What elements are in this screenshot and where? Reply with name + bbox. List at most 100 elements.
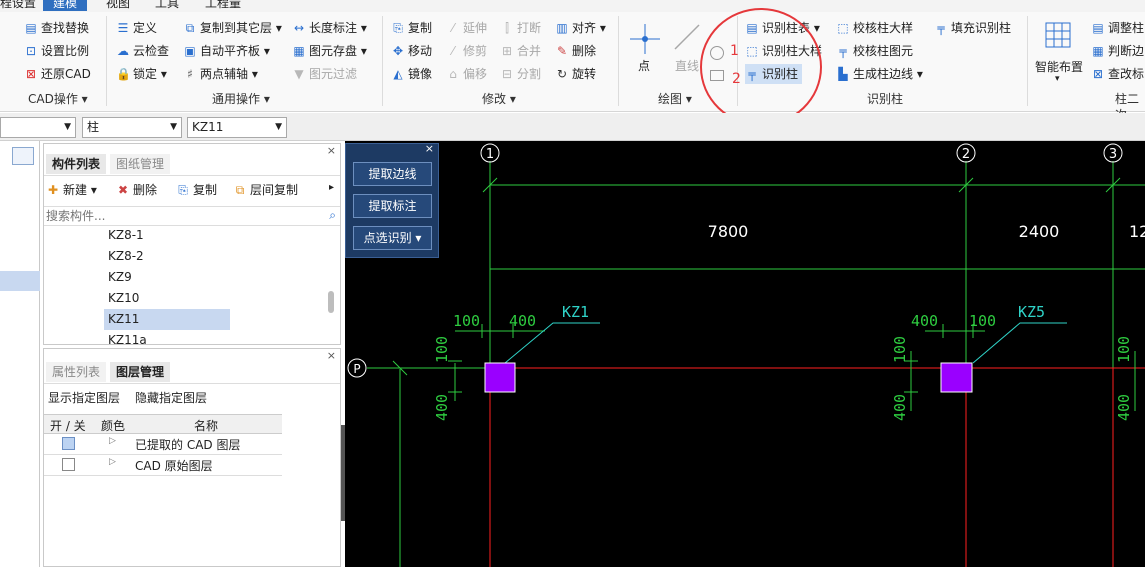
cad-group-label[interactable]: CAD操作 ▾ — [28, 91, 88, 107]
move-button[interactable]: ✥ 移动 — [391, 41, 432, 61]
define-button[interactable]: ☰ 定义 — [116, 18, 157, 38]
menu-item-quantities[interactable]: 工程量 — [205, 0, 241, 11]
line-button[interactable]: 直线 — [675, 57, 699, 74]
delete-button[interactable]: ✎ 删除 — [555, 41, 596, 61]
extract-annotation-button[interactable]: 提取标注 — [353, 194, 432, 218]
restore-cad-button[interactable]: ⊠ 还原CAD — [24, 64, 91, 84]
new-component-button[interactable]: ✚ 新建 ▾ — [46, 180, 97, 200]
nav-view-icon[interactable] — [12, 147, 34, 165]
table-row[interactable]: ▷ CAD 原始图层 — [44, 455, 282, 476]
auto-align-slab-button[interactable]: ▣ 自动平齐板 ▾ — [183, 41, 270, 61]
layer-table-header: 开 / 关 颜色 名称 — [44, 414, 282, 434]
tab-layer-management[interactable]: 图层管理 — [110, 362, 171, 382]
adjust-column-button[interactable]: ▤ 调整柱 — [1091, 18, 1144, 38]
move-icon: ✥ — [392, 44, 404, 58]
tab-component-list[interactable]: 构件列表 — [46, 154, 107, 174]
merge-button[interactable]: ⊞ 合并 — [500, 41, 541, 61]
extend-button[interactable]: ⁄ 延伸 — [446, 18, 487, 38]
search-icon[interactable]: ⌕ — [329, 208, 336, 223]
menu-item-view[interactable]: 视图 — [106, 0, 130, 11]
list-item-selected[interactable]: KZ11 — [104, 309, 230, 330]
length-dim-button[interactable]: ↔ 长度标注 ▾ — [292, 18, 367, 38]
judge-edge-button[interactable]: ▦ 判断边 — [1091, 41, 1144, 61]
divider — [382, 16, 383, 106]
menu-item-tools[interactable]: 工具 — [155, 0, 179, 11]
trim-button[interactable]: ⁄ 修剪 — [446, 41, 487, 61]
draw-group-label[interactable]: 绘图 ▾ — [658, 91, 692, 107]
check-column-detail-button[interactable]: ⬚ 校核柱大样 — [836, 18, 913, 38]
nav-selected-item[interactable] — [0, 271, 40, 291]
point-identify-button[interactable]: 点选识别 ▾ — [353, 226, 432, 250]
split-button[interactable]: ⊟ 分割 — [500, 64, 541, 84]
close-icon[interactable]: × — [327, 349, 336, 362]
save-element-button[interactable]: ▦ 图元存盘 ▾ — [292, 41, 367, 61]
list-item[interactable]: KZ9 — [104, 267, 230, 288]
rotate-button[interactable]: ↻ 旋转 — [555, 64, 596, 84]
menu-item-settings[interactable]: 程设置 — [0, 0, 36, 11]
dim-text: 100 — [433, 336, 451, 363]
show-layer-button[interactable]: 显示指定图层 — [48, 389, 120, 406]
tab-drawing-management[interactable]: 图纸管理 — [110, 154, 171, 174]
cloud-check-button[interactable]: ☁ 云检查 — [116, 41, 169, 61]
mirror-icon: ◭ — [393, 67, 403, 81]
expand-arrow-icon[interactable]: ▷ — [109, 457, 116, 467]
copy-button[interactable]: ⎘ 复制 — [391, 18, 432, 38]
point-button[interactable]: 点 — [638, 57, 650, 74]
tab-property-list[interactable]: 属性列表 — [46, 362, 107, 382]
menu-item-modeling[interactable]: 建模 — [43, 0, 88, 11]
hide-layer-button[interactable]: 隐藏指定图层 — [135, 389, 207, 406]
divider — [618, 16, 619, 106]
expand-arrow-icon[interactable]: ▷ — [109, 436, 116, 446]
break-button[interactable]: ⫿ 打断 — [500, 18, 541, 38]
check-annotation-button[interactable]: ⊠ 查改标 — [1091, 64, 1144, 84]
smart-layout-button[interactable]: 智能布置 — [1035, 58, 1083, 75]
find-replace-button[interactable]: ▤ 查找替换 — [24, 18, 89, 38]
scale-icon: ⊡ — [25, 44, 37, 58]
lock-button[interactable]: 🔒 锁定 ▾ — [116, 64, 167, 84]
close-icon[interactable]: × — [327, 144, 336, 157]
copy-to-floor-button[interactable]: ⧉ 复制到其它层 ▾ — [183, 18, 282, 38]
modify-group-label[interactable]: 修改 ▾ — [482, 91, 516, 107]
set-scale-button[interactable]: ⊡ 设置比例 — [24, 41, 89, 61]
two-point-axis-button[interactable]: ♯ 两点辅轴 ▾ — [183, 64, 258, 84]
line-icon — [672, 22, 702, 52]
chevron-down-icon[interactable]: ▾ — [1055, 74, 1060, 84]
navigation-pane — [0, 141, 40, 567]
extract-edge-button[interactable]: 提取边线 — [353, 162, 432, 186]
cad-canvas[interactable]: 1 2 3 P 7800 2400 12 KZ1 KZ5 100 400 100… — [345, 141, 1145, 567]
offset-button[interactable]: ⌂ 偏移 — [446, 64, 487, 84]
general-group-label[interactable]: 通用操作 ▾ — [212, 91, 270, 107]
element-filter-button[interactable]: ▼ 图元过滤 — [292, 64, 357, 84]
align-button[interactable]: ▥ 对齐 ▾ — [555, 18, 606, 38]
element-type-select[interactable]: 柱 ▼ — [82, 117, 182, 138]
mirror-button[interactable]: ◭ 镜像 — [391, 64, 432, 84]
generate-column-edge-button[interactable]: ▙ 生成柱边线 ▾ — [836, 64, 922, 84]
check-annotation-icon: ⊠ — [1092, 67, 1104, 81]
check-column-element-button[interactable]: ╤ 校核柱图元 — [836, 41, 913, 61]
list-item[interactable]: KZ10 — [104, 288, 230, 309]
search-input[interactable] — [44, 207, 314, 225]
close-icon[interactable]: × — [425, 142, 434, 155]
list-item[interactable]: KZ8-1 — [104, 225, 230, 246]
dim-text: 400 — [891, 394, 909, 421]
layer-toggle-checkbox[interactable] — [62, 437, 75, 450]
define-icon: ☰ — [117, 21, 129, 35]
table-row[interactable]: ▷ 已提取的 CAD 图层 — [44, 434, 282, 455]
dim-text-partial: 400 — [1115, 394, 1133, 421]
floor-select[interactable]: ▼ — [0, 117, 76, 138]
dim-text: 400 — [509, 312, 536, 330]
component-select[interactable]: KZ11 ▼ — [187, 117, 287, 138]
dimension-2400: 2400 — [1019, 222, 1060, 241]
fill-identify-column-button[interactable]: ╤ 填充识别柱 — [934, 18, 1011, 38]
copy-component-button[interactable]: ⎘ 复制 — [176, 180, 217, 200]
scrollbar-thumb[interactable] — [328, 291, 334, 313]
search-box[interactable]: ⌕ — [44, 206, 340, 226]
list-item[interactable]: KZ8-2 — [104, 246, 230, 267]
list-item[interactable]: KZ11a — [104, 330, 230, 344]
dimension-7800: 7800 — [708, 222, 749, 241]
layer-toggle-checkbox[interactable] — [62, 458, 75, 471]
floor-copy-icon: ⧉ — [235, 183, 245, 197]
delete-component-button[interactable]: ✖ 删除 — [116, 180, 157, 200]
floor-copy-button[interactable]: ⧉ 层间复制 — [233, 180, 298, 200]
more-chevron-icon[interactable]: ▸ — [329, 182, 334, 193]
